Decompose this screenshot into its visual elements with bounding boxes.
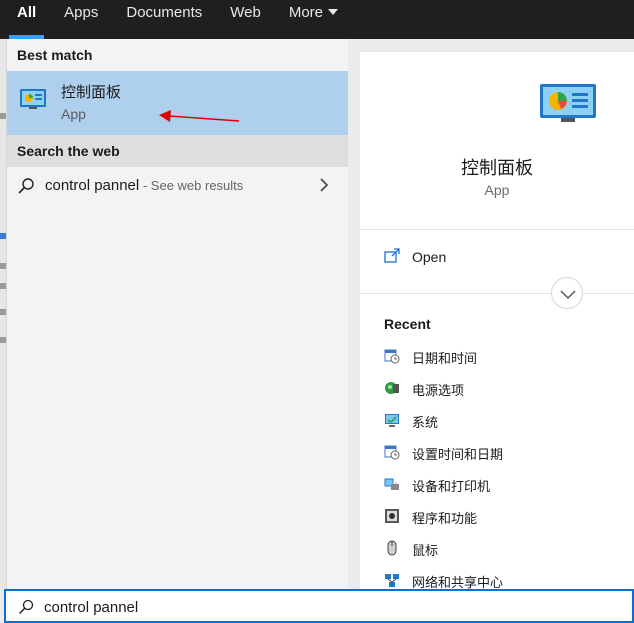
tab-all[interactable]: All xyxy=(8,0,45,39)
web-search-result[interactable]: control pannel - See web results xyxy=(7,169,349,203)
datetime-icon xyxy=(384,349,400,364)
results-list: Best match 控制面板 App Search the web contr… xyxy=(6,39,349,589)
tab-more[interactable]: More xyxy=(288,0,339,39)
mouse-icon xyxy=(387,540,397,556)
recent-item-label: 程序和功能 xyxy=(412,511,478,526)
recent-item-label: 设备和打印机 xyxy=(412,479,491,494)
web-result-hint: - See web results xyxy=(139,178,244,193)
recent-item-label: 设置时间和日期 xyxy=(412,447,504,462)
recent-item-label: 系统 xyxy=(412,415,439,430)
open-label: Open xyxy=(412,249,447,265)
search-box xyxy=(4,589,634,623)
control-panel-icon xyxy=(540,84,596,122)
web-section-header: Search the web xyxy=(7,135,349,167)
divider xyxy=(360,229,634,230)
tab-apps-label: Apps xyxy=(64,4,99,21)
windows-search-panel: All Apps Documents Web More Best match 控… xyxy=(0,0,634,623)
tab-all-label: All xyxy=(17,4,37,21)
chevron-right-icon[interactable] xyxy=(319,178,329,192)
search-icon xyxy=(18,599,34,615)
expand-button[interactable] xyxy=(551,277,583,309)
tab-apps[interactable]: Apps xyxy=(64,0,98,39)
devices-printers-icon xyxy=(384,478,399,490)
recent-item-power-options[interactable]: 电源选项 xyxy=(384,378,624,400)
divider xyxy=(360,293,634,294)
tab-web[interactable]: Web xyxy=(230,0,261,39)
preview-app-name: 控制面板 xyxy=(461,158,533,178)
best-match-type: App xyxy=(61,106,86,122)
tab-documents[interactable]: Documents xyxy=(126,0,202,39)
tab-more-label: More xyxy=(288,4,324,21)
web-result-query: control pannel xyxy=(45,177,140,194)
recent-item-devices-printers[interactable]: 设备和打印机 xyxy=(384,474,624,496)
recent-item-set-datetime[interactable]: 设置时间和日期 xyxy=(384,442,624,464)
tab-web-label: Web xyxy=(230,4,261,21)
recent-item-mouse[interactable]: 鼠标 xyxy=(384,538,624,560)
search-scope-tabs: All Apps Documents Web More xyxy=(0,0,634,39)
recent-item-programs-features[interactable]: 程序和功能 xyxy=(384,506,624,528)
open-window-icon xyxy=(384,248,400,263)
preview-pane: 控制面板 App Open Recent 日期和时间 电源选项 系统 设置时间和… xyxy=(360,52,634,590)
network-sharing-icon xyxy=(385,574,399,587)
control-panel-icon xyxy=(20,89,46,109)
search-icon xyxy=(18,178,34,194)
best-match-heading: Best match xyxy=(17,47,93,63)
red-arrow-annotation-icon xyxy=(159,110,240,122)
recent-heading: Recent xyxy=(384,316,431,332)
programs-features-icon xyxy=(385,509,399,523)
search-web-heading: Search the web xyxy=(17,143,120,159)
chevron-down-icon xyxy=(560,290,576,300)
preview-app-type: App xyxy=(484,182,510,198)
best-match-name: 控制面板 xyxy=(61,84,122,101)
set-datetime-icon xyxy=(384,445,400,460)
power-options-icon xyxy=(385,382,399,394)
web-result-text: control pannel - See web results xyxy=(45,177,243,194)
open-action[interactable]: Open xyxy=(384,248,584,270)
recent-item-label: 日期和时间 xyxy=(412,351,478,366)
recent-item-system[interactable]: 系统 xyxy=(384,410,624,432)
recent-item-label: 鼠标 xyxy=(412,543,439,558)
system-icon xyxy=(385,414,399,427)
search-input[interactable] xyxy=(44,595,604,619)
tab-documents-label: Documents xyxy=(126,4,203,21)
recent-item-datetime[interactable]: 日期和时间 xyxy=(384,346,624,368)
caret-down-icon xyxy=(328,9,339,15)
recent-item-label: 电源选项 xyxy=(412,383,465,398)
